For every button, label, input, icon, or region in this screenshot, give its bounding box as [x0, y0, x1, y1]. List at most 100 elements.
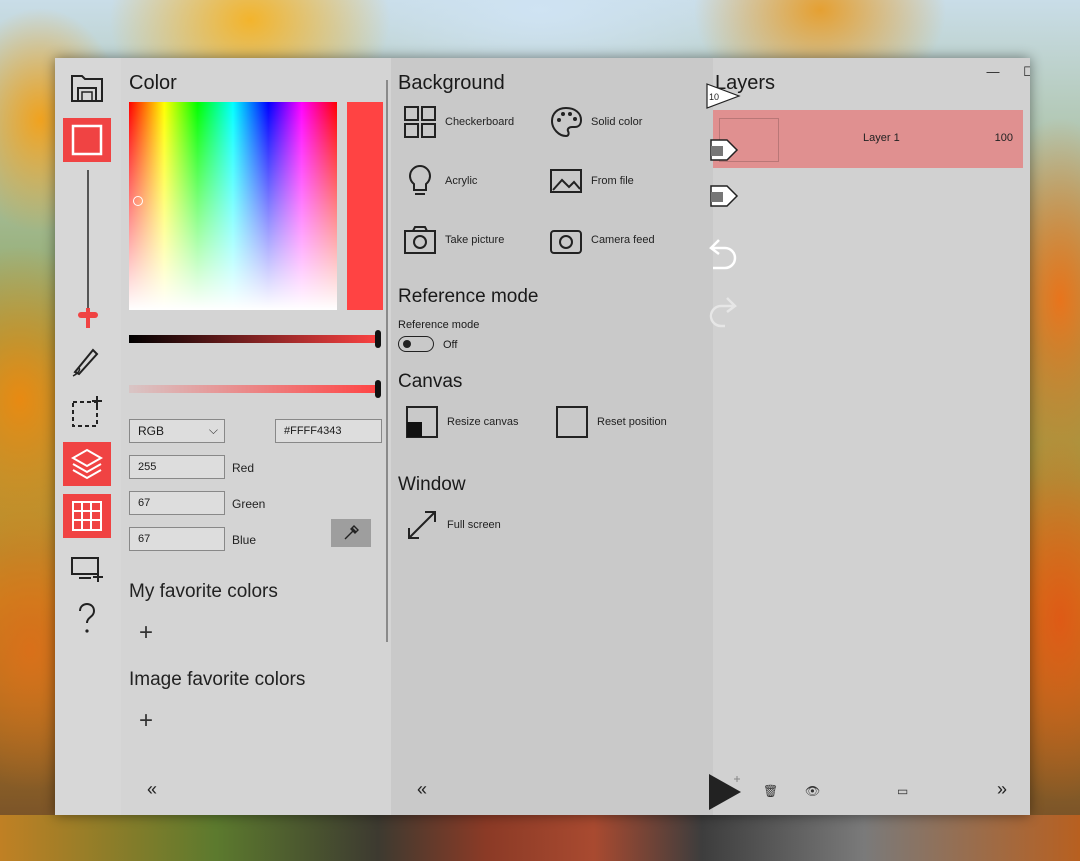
green-input[interactable]: 67 — [129, 491, 225, 515]
left-toolbar — [55, 58, 121, 815]
solid-color-label: Solid color — [591, 116, 643, 128]
question-icon — [79, 602, 96, 633]
alpha-slider[interactable] — [129, 380, 381, 398]
camera-feed-icon — [550, 230, 582, 254]
add-image-color-button[interactable]: + — [139, 707, 153, 735]
eraser-icon[interactable] — [705, 128, 745, 168]
brightness-slider[interactable] — [129, 330, 381, 348]
maximize-button[interactable]: ☐ — [1019, 64, 1030, 80]
brush-size-slider[interactable] — [87, 170, 89, 320]
layers-icon — [70, 448, 104, 480]
from-file-option[interactable]: From file — [549, 164, 634, 198]
layer-name: Layer 1 — [863, 132, 900, 144]
save-button[interactable] — [63, 66, 111, 110]
solid-color-option[interactable]: Solid color — [549, 105, 642, 139]
eyedropper-icon — [344, 525, 359, 540]
monitor-add-icon — [71, 557, 103, 582]
background-panel: Background Checkerboard Solid color Acry… — [391, 58, 713, 815]
resize-canvas-icon — [406, 406, 438, 438]
visibility-icon[interactable]: 👁 — [805, 784, 820, 798]
badge-pencil-icon[interactable]: 10 — [705, 76, 745, 116]
reference-mode-title: Reference mode — [398, 286, 539, 307]
expand-layers-panel-button[interactable]: » — [997, 779, 1007, 800]
brightness-thumb[interactable] — [375, 330, 381, 348]
camera-icon — [404, 226, 436, 254]
layer-opacity: 100 — [994, 132, 1013, 144]
reference-mode-toggle[interactable] — [398, 336, 434, 352]
layer-row[interactable]: Layer 1 100 — [713, 110, 1023, 168]
chevron-down-icon: ⌵ — [208, 423, 218, 437]
color-mode-select[interactable]: RGB ⌵ — [129, 419, 225, 443]
collapse-background-panel-button[interactable]: « — [417, 779, 427, 800]
color-panel: Color RGB ⌵ #FFFF4343 255 Red 67 Green 6… — [121, 58, 391, 815]
badge-count: 10 — [709, 92, 719, 102]
camera-feed-label: Camera feed — [591, 234, 655, 246]
grid-icon — [72, 501, 102, 531]
collapse-color-panel-button[interactable]: « — [147, 779, 157, 800]
green-label: Green — [232, 497, 266, 511]
canvas-title: Canvas — [398, 371, 463, 392]
brush-size-thumb[interactable] — [78, 312, 98, 318]
acrylic-label: Acrylic — [445, 175, 478, 187]
brush-size-fill — [86, 308, 90, 328]
red-input[interactable]: 255 — [129, 455, 225, 479]
reference-mode-state: Off — [443, 339, 458, 351]
help-button[interactable] — [63, 596, 111, 640]
selection-tool-button[interactable] — [63, 390, 111, 434]
dashed-select-icon — [72, 396, 102, 427]
expand-arrows-icon — [408, 511, 436, 539]
take-picture-option[interactable]: Take picture — [403, 223, 504, 257]
window-title: Window — [398, 474, 466, 495]
delete-layer-icon[interactable]: 🗑 — [763, 784, 778, 798]
add-layer-icon[interactable] — [705, 772, 749, 812]
color-mode-value: RGB — [138, 424, 165, 438]
undo-icon[interactable] — [705, 234, 745, 274]
checkerboard-icon — [404, 106, 436, 138]
add-favorite-color-button[interactable]: + — [139, 619, 153, 647]
checkerboard-option[interactable]: Checkerboard — [403, 105, 514, 139]
acrylic-option[interactable]: Acrylic — [403, 164, 477, 198]
camera-feed-option[interactable]: Camera feed — [549, 223, 655, 257]
full-screen-label: Full screen — [447, 519, 501, 531]
image-favorite-colors-title: Image favorite colors — [129, 669, 306, 690]
background-title: Background — [398, 72, 505, 94]
new-canvas-button[interactable] — [63, 546, 111, 590]
reset-position-label: Reset position — [597, 416, 667, 428]
reference-mode-label: Reference mode — [398, 319, 480, 331]
app-window: Color RGB ⌵ #FFFF4343 255 Red 67 Green 6… — [55, 58, 1030, 815]
checkerboard-label: Checkerboard — [445, 116, 515, 128]
rectangle-tool-button[interactable] — [63, 118, 111, 162]
lightbulb-icon — [409, 164, 431, 195]
hex-input[interactable]: #FFFF4343 — [275, 419, 382, 443]
toggle-knob — [403, 340, 411, 348]
folder-icon — [71, 75, 103, 102]
reset-position-icon — [556, 406, 588, 438]
color-panel-scrollbar[interactable] — [386, 80, 388, 642]
desktop-background-bottom — [0, 815, 1080, 861]
resize-canvas-option[interactable]: Resize canvas — [405, 405, 519, 439]
grid-button[interactable] — [63, 494, 111, 538]
color-title: Color — [129, 72, 177, 94]
minimize-button[interactable]: — — [983, 64, 1003, 79]
spectrum-picker-dot[interactable] — [133, 196, 143, 206]
redo-icon[interactable] — [705, 292, 745, 332]
my-favorite-colors-title: My favorite colors — [129, 581, 278, 602]
image-icon — [550, 169, 582, 193]
eyedropper-button[interactable] — [331, 519, 371, 547]
pencil-tool-button[interactable] — [63, 338, 111, 382]
selected-color-preview — [347, 102, 383, 310]
blue-label: Blue — [232, 533, 257, 547]
full-screen-option[interactable]: Full screen — [405, 508, 501, 542]
layers-button[interactable] — [63, 442, 111, 486]
palette-icon — [550, 106, 583, 138]
color-spectrum[interactable] — [129, 102, 337, 310]
layer-settings-icon[interactable]: ▭ — [897, 784, 908, 798]
square-icon — [71, 124, 103, 156]
blue-input[interactable]: 67 — [129, 527, 225, 551]
red-label: Red — [232, 461, 255, 475]
layers-panel: Layers — ☐ ✕ Layer 1 100 10 🗑 👁 ▭ » — [706, 58, 1030, 815]
eraser-alt-icon[interactable] — [705, 174, 745, 214]
from-file-label: From file — [591, 175, 634, 187]
alpha-thumb[interactable] — [375, 380, 381, 398]
reset-position-option[interactable]: Reset position — [555, 405, 667, 439]
